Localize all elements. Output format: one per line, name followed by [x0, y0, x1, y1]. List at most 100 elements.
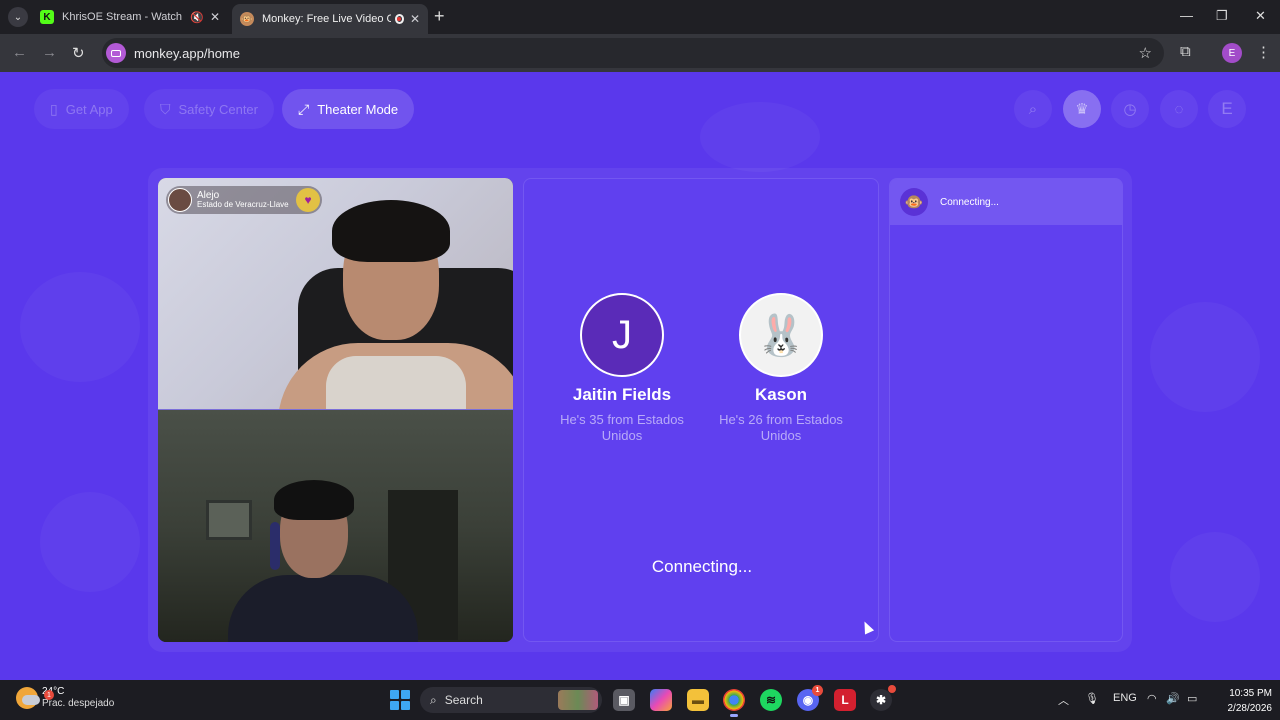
- tray-chevron-icon[interactable]: ︿: [1058, 692, 1069, 708]
- extensions-icon[interactable]: ⧉: [1180, 43, 1191, 60]
- browser-tab-monkey[interactable]: 🐵 Monkey: Free Live Video Chat ✕: [232, 4, 428, 34]
- partly-cloudy-icon: [16, 687, 40, 709]
- bunny-avatar-icon: 🐰: [739, 293, 823, 377]
- discord-badge: 1: [812, 685, 823, 696]
- heart-icon[interactable]: ♥: [296, 188, 320, 212]
- safety-center-label: Safety Center: [178, 101, 259, 117]
- close-window-icon[interactable]: ✕: [1255, 8, 1266, 24]
- history-clock-icon[interactable]: ◷: [1111, 90, 1149, 128]
- remote-user-avatar: [168, 188, 192, 212]
- video-panel: Alejo Estado de Veracruz-Llave ♥: [158, 178, 513, 642]
- candidate-card[interactable]: 🐰 Kason He's 26 from Estados Unidos: [711, 293, 851, 443]
- back-icon[interactable]: ←: [12, 44, 27, 61]
- monkey-page: ▯ Get App ⛉ Safety Center ⤢ Theater Mode…: [0, 72, 1280, 680]
- restore-icon[interactable]: ❐: [1216, 8, 1228, 24]
- candidate-name: Kason: [755, 385, 807, 404]
- person-hair: [332, 200, 450, 262]
- taskbar-search-label: Search: [444, 693, 483, 707]
- person-shirt: [326, 356, 466, 410]
- microphone-icon[interactable]: 🎙: [1085, 692, 1099, 705]
- chat-bubble-icon[interactable]: ◌: [1160, 90, 1198, 128]
- clock-time: 10:35 PM: [1229, 688, 1272, 699]
- browser-menu-icon[interactable]: ⋮: [1256, 43, 1271, 61]
- app-l-icon[interactable]: L: [834, 689, 856, 711]
- window-shape: [206, 500, 252, 540]
- headphones-shape: [270, 522, 280, 570]
- address-bar[interactable]: monkey.app/home ☆: [102, 38, 1164, 68]
- browser-tab-strip: ⌄ K KhrisOE Stream - Watch Live 🔇 ✕ 🐵 Mo…: [0, 0, 1280, 34]
- tab-search-button[interactable]: ⌄: [8, 7, 28, 27]
- weather-condition: Prac. despejado: [42, 698, 115, 709]
- close-tab-icon[interactable]: ✕: [410, 12, 420, 26]
- tab-title: Monkey: Free Live Video Chat: [262, 13, 391, 25]
- remote-user-location: Estado de Veracruz-Llave: [197, 200, 289, 210]
- recording-indicator-icon: [394, 14, 404, 24]
- browser-tab-kick[interactable]: K KhrisOE Stream - Watch Live 🔇 ✕: [32, 4, 228, 30]
- shield-icon: ⛉: [160, 100, 171, 117]
- background-decoration: [40, 492, 140, 592]
- muted-speaker-icon[interactable]: 🔇: [190, 11, 204, 24]
- task-view-icon[interactable]: ▣: [613, 689, 635, 711]
- background-decoration: [20, 272, 140, 382]
- new-tab-button[interactable]: +: [434, 7, 445, 25]
- file-explorer-icon[interactable]: ▬: [687, 689, 709, 711]
- candidate-card[interactable]: J Jaitin Fields He's 35 from Estados Uni…: [552, 293, 692, 443]
- notification-dot: [888, 685, 896, 693]
- background-decoration: [700, 102, 820, 172]
- tab-title: KhrisOE Stream - Watch Live: [62, 11, 186, 23]
- safety-center-button[interactable]: ⛉ Safety Center: [144, 89, 274, 129]
- browser-profile-avatar[interactable]: E: [1222, 43, 1242, 63]
- local-video: [158, 410, 513, 642]
- volume-icon[interactable]: 🔊: [1166, 692, 1180, 705]
- person-hair: [274, 480, 354, 520]
- language-indicator[interactable]: ENG: [1113, 692, 1137, 704]
- forward-icon[interactable]: →: [42, 44, 57, 61]
- system-clock[interactable]: 10:35 PM 2/28/2026: [1210, 687, 1273, 716]
- url-text: monkey.app/home: [134, 45, 240, 61]
- match-panel: J Jaitin Fields He's 35 from Estados Uni…: [523, 178, 879, 642]
- chat-panel: 🐵 Connecting...: [889, 178, 1123, 642]
- candidate-info: He's 35 from Estados Unidos: [560, 412, 684, 443]
- expand-icon: ⤢: [298, 100, 310, 117]
- connecting-status: Connecting...: [651, 557, 753, 576]
- phone-icon: ▯: [50, 100, 58, 117]
- remote-video: Alejo Estado de Veracruz-Llave ♥: [158, 178, 513, 410]
- weather-badge: 1: [44, 690, 54, 700]
- minimize-icon[interactable]: —: [1180, 8, 1193, 23]
- browser-toolbar: ← → ↻ monkey.app/home ☆ ⧉ E ⋮: [0, 34, 1280, 72]
- spotify-icon[interactable]: ≋: [760, 689, 782, 711]
- theater-mode-button[interactable]: ⤢ Theater Mode: [282, 89, 415, 129]
- weather-widget[interactable]: 1 24°C Prac. despejado: [16, 686, 114, 710]
- candidate-name: Jaitin Fields: [572, 385, 672, 404]
- search-highlight-image: [558, 690, 598, 710]
- monkey-avatar-icon: 🐵: [900, 188, 928, 216]
- search-icon: ⌕: [430, 692, 437, 707]
- openai-icon[interactable]: ✱: [870, 685, 896, 711]
- theater-mode-label: Theater Mode: [317, 101, 399, 117]
- clock-date: 2/28/2026: [1227, 702, 1273, 714]
- candidate-info: He's 26 from Estados Unidos: [719, 412, 843, 443]
- battery-icon[interactable]: ▭: [1187, 692, 1197, 705]
- chat-status: Connecting...: [940, 196, 999, 208]
- copilot-icon[interactable]: [650, 689, 672, 711]
- chat-header: 🐵 Connecting...: [890, 179, 1122, 225]
- discord-icon[interactable]: ◉ 1: [797, 685, 823, 711]
- bookmark-star-icon[interactable]: ☆: [1139, 44, 1152, 62]
- crown-icon[interactable]: ♛: [1063, 90, 1101, 128]
- kick-favicon-icon: K: [40, 10, 54, 24]
- background-decoration: [1170, 532, 1260, 622]
- close-tab-icon[interactable]: ✕: [210, 10, 220, 24]
- chrome-icon[interactable]: [723, 689, 745, 717]
- wifi-icon[interactable]: ◠: [1147, 692, 1157, 705]
- candidate-avatar: J: [580, 293, 664, 377]
- site-info-icon[interactable]: [106, 43, 126, 63]
- get-app-label: Get App: [65, 101, 113, 117]
- taskbar-search[interactable]: ⌕ Search: [420, 687, 602, 713]
- profile-avatar[interactable]: E: [1208, 90, 1246, 128]
- start-windows-icon[interactable]: [390, 690, 410, 710]
- background-decoration: [1150, 302, 1260, 412]
- search-icon[interactable]: ⌕: [1014, 90, 1052, 128]
- get-app-button[interactable]: ▯ Get App: [34, 89, 129, 129]
- reload-icon[interactable]: ↻: [72, 44, 85, 62]
- remote-user-chip[interactable]: Alejo Estado de Veracruz-Llave ♥: [166, 186, 322, 214]
